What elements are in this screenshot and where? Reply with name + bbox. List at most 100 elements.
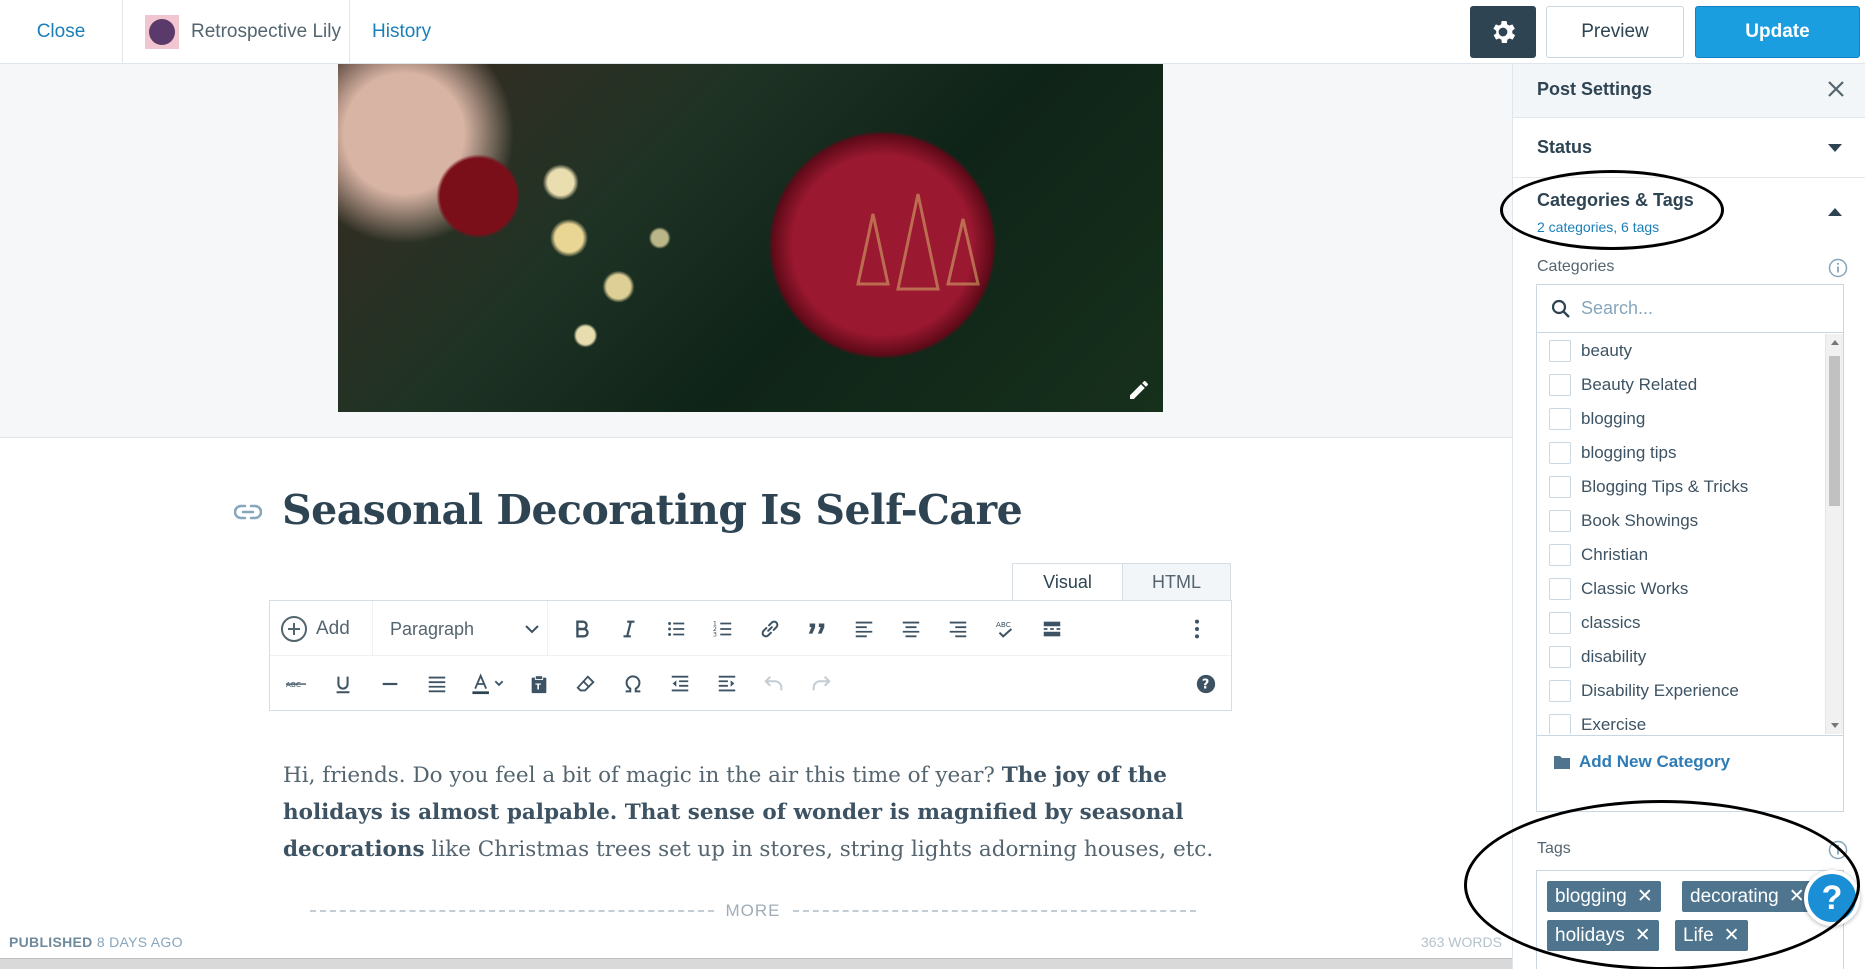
scroll-up-arrow-icon[interactable]	[1831, 340, 1839, 345]
category-item[interactable]: disability	[1549, 640, 1646, 674]
history-link[interactable]: History	[372, 0, 431, 64]
redo-button[interactable]	[803, 666, 839, 702]
info-icon[interactable]	[1828, 840, 1848, 860]
preview-button[interactable]: Preview	[1546, 6, 1684, 58]
text-color-button[interactable]	[466, 666, 510, 702]
read-more-button[interactable]	[1034, 611, 1070, 647]
spellcheck-button[interactable]: ABC	[987, 611, 1023, 647]
close-button[interactable]: Close	[0, 0, 123, 64]
tab-html[interactable]: HTML	[1122, 563, 1231, 601]
category-item[interactable]: Exercise	[1549, 708, 1646, 734]
category-checkbox[interactable]	[1549, 442, 1571, 464]
align-left-button[interactable]	[846, 611, 882, 647]
category-checkbox[interactable]	[1549, 476, 1571, 498]
help-button-floating[interactable]: ?	[1804, 870, 1860, 926]
category-checkbox[interactable]	[1549, 612, 1571, 634]
info-icon[interactable]	[1828, 258, 1848, 278]
category-item[interactable]: Blogging Tips & Tricks	[1549, 470, 1748, 504]
toolbar-divider	[547, 601, 548, 656]
top-bar: Close Retrospective Lily History Preview…	[0, 0, 1865, 64]
category-item[interactable]: Disability Experience	[1549, 674, 1739, 708]
blockquote-button[interactable]	[799, 611, 835, 647]
tag-chip: holidays ✕	[1547, 920, 1659, 951]
add-new-category-button[interactable]: Add New Category	[1537, 735, 1843, 787]
scroll-down-arrow-icon[interactable]	[1831, 723, 1839, 728]
clear-formatting-button[interactable]	[568, 666, 604, 702]
caret-up-icon	[1828, 208, 1842, 216]
underline-button[interactable]	[325, 666, 361, 702]
remove-tag-icon[interactable]: ✕	[1637, 885, 1653, 908]
taskbar-strip	[0, 958, 1512, 969]
category-checkbox[interactable]	[1549, 646, 1571, 668]
category-checkbox[interactable]	[1549, 578, 1571, 600]
category-item[interactable]: Beauty Related	[1549, 368, 1697, 402]
help-button[interactable]: ?	[1188, 666, 1224, 702]
category-checkbox[interactable]	[1549, 510, 1571, 532]
outdent-button[interactable]	[662, 666, 698, 702]
tags-input[interactable]: blogging ✕ decorating ✕ holidays ✕ Life ✕	[1536, 870, 1844, 969]
category-item[interactable]: blogging tips	[1549, 436, 1676, 470]
scrollbar-thumb[interactable]	[1829, 356, 1840, 506]
category-checkbox[interactable]	[1549, 544, 1571, 566]
category-item[interactable]: Book Showings	[1549, 504, 1698, 538]
more-options-button[interactable]	[1179, 611, 1215, 647]
horizontal-line-button[interactable]	[372, 666, 408, 702]
tab-visual[interactable]: Visual	[1012, 563, 1123, 601]
link-button[interactable]	[752, 611, 788, 647]
paste-text-button[interactable]: T	[521, 666, 557, 702]
justify-button[interactable]	[419, 666, 455, 702]
category-item[interactable]: beauty	[1549, 334, 1632, 368]
post-content[interactable]: Hi, friends. Do you feel a bit of magic …	[283, 757, 1233, 868]
align-right-button[interactable]	[940, 611, 976, 647]
category-search-input[interactable]: Search...	[1537, 285, 1843, 333]
omega-icon	[625, 675, 641, 693]
redo-icon	[812, 675, 831, 691]
settings-button[interactable]	[1470, 6, 1536, 58]
category-label: Disability Experience	[1581, 681, 1739, 700]
undo-icon	[764, 675, 783, 691]
published-time: 8 DAYS AGO	[96, 934, 183, 950]
undo-button[interactable]	[756, 666, 792, 702]
status-section-toggle[interactable]: Status	[1513, 117, 1865, 178]
bullet-list-button[interactable]	[658, 611, 694, 647]
permalink-icon[interactable]	[234, 502, 262, 522]
site-switcher[interactable]: Retrospective Lily	[123, 0, 350, 64]
status-label: Status	[1537, 137, 1593, 157]
plus-circle-icon	[281, 616, 307, 642]
italic-button[interactable]	[611, 611, 647, 647]
category-checkbox[interactable]	[1549, 714, 1571, 734]
blockquote-icon	[808, 623, 825, 634]
category-checkbox[interactable]	[1549, 680, 1571, 702]
special-character-button[interactable]	[615, 666, 651, 702]
italic-icon	[623, 620, 635, 638]
remove-tag-icon[interactable]: ✕	[1635, 924, 1651, 947]
categories-tags-section-toggle[interactable]: Categories & Tags 2 categories, 6 tags	[1513, 178, 1865, 256]
add-category-label: Add New Category	[1579, 751, 1731, 771]
remove-tag-icon[interactable]: ✕	[1724, 924, 1740, 947]
category-checkbox[interactable]	[1549, 408, 1571, 430]
category-item[interactable]: Christian	[1549, 538, 1648, 572]
category-item[interactable]: blogging	[1549, 402, 1645, 436]
align-center-button[interactable]	[893, 611, 929, 647]
close-icon[interactable]	[1825, 78, 1847, 100]
category-checkbox[interactable]	[1549, 374, 1571, 396]
add-media-button[interactable]: Add	[280, 611, 350, 647]
category-item[interactable]: Classic Works	[1549, 572, 1688, 606]
remove-tag-icon[interactable]: ✕	[1789, 885, 1805, 908]
tag-chip: decorating ✕	[1682, 881, 1813, 912]
category-label: Blogging Tips & Tricks	[1581, 477, 1749, 496]
category-scrollbar[interactable]	[1825, 334, 1843, 734]
numbered-list-button[interactable]: 123	[705, 611, 741, 647]
bold-button[interactable]	[564, 611, 600, 647]
strikethrough-button[interactable]: ABC	[278, 666, 314, 702]
published-label: PUBLISHED	[9, 934, 93, 950]
category-item[interactable]: classics	[1549, 606, 1641, 640]
update-button[interactable]: Update	[1695, 6, 1860, 58]
indent-button[interactable]	[709, 666, 745, 702]
category-label: disability	[1581, 647, 1647, 666]
format-select[interactable]: Paragraph	[390, 611, 540, 647]
featured-image[interactable]	[338, 64, 1163, 412]
category-checkbox[interactable]	[1549, 340, 1571, 362]
edit-image-icon[interactable]	[1127, 378, 1151, 402]
post-title[interactable]: Seasonal Decorating Is Self-Care	[282, 486, 1023, 534]
